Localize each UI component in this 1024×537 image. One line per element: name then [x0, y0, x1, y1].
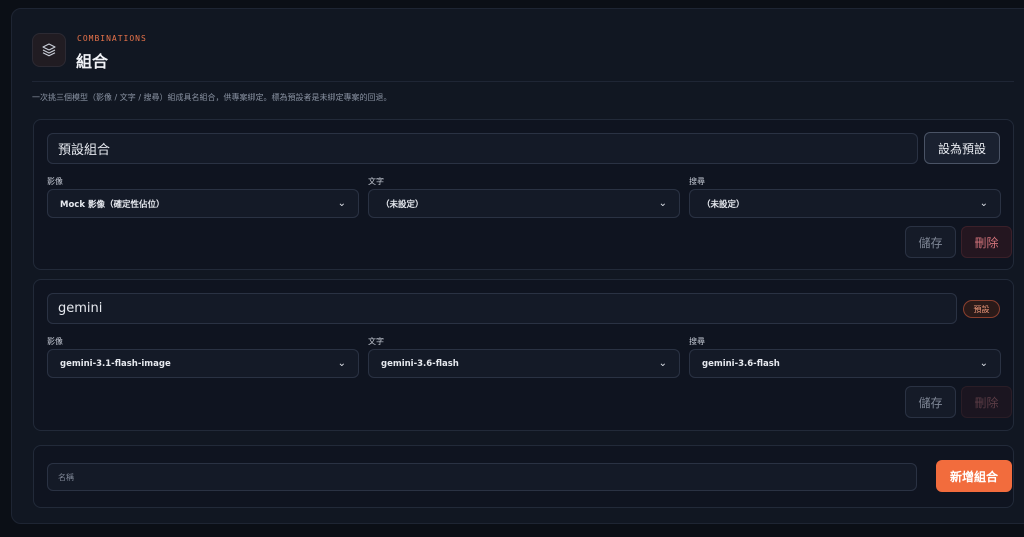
new-combo-card: 名稱 新增組合: [33, 445, 1014, 508]
image-model-label: 影像: [47, 337, 63, 346]
text-model-value: gemini-3.6-flash: [381, 358, 459, 369]
header-divider: [32, 81, 1014, 82]
set-default-button[interactable]: 設為預設: [924, 132, 1000, 164]
text-model-select[interactable]: gemini-3.6-flash ⌄: [368, 349, 680, 378]
chevron-down-icon: ⌄: [337, 198, 346, 209]
chevron-down-icon: ⌄: [979, 358, 988, 369]
section-eyebrow: COMBINATIONS: [77, 34, 147, 43]
search-model-value: gemini-3.6-flash: [702, 358, 780, 369]
search-model-value: （未設定）: [702, 199, 745, 210]
search-model-label: 搜尋: [689, 177, 705, 186]
chevron-down-icon: ⌄: [979, 198, 988, 209]
text-model-label: 文字: [368, 177, 384, 186]
delete-button: 刪除: [961, 386, 1012, 418]
search-model-select[interactable]: gemini-3.6-flash ⌄: [689, 349, 1001, 378]
image-model-label: 影像: [47, 177, 63, 186]
image-model-select[interactable]: gemini-3.1-flash-image ⌄: [47, 349, 359, 378]
combo-name-input[interactable]: 預設組合: [47, 133, 918, 164]
delete-button[interactable]: 刪除: [961, 226, 1012, 258]
chevron-down-icon: ⌄: [337, 358, 346, 369]
save-button[interactable]: 儲存: [905, 226, 956, 258]
default-badge: 預設: [963, 300, 1000, 318]
text-model-label: 文字: [368, 337, 384, 346]
layers-icon: [32, 33, 66, 67]
combo-card: gemini 預設 影像 文字 搜尋 gemini-3.1-flash-imag…: [33, 279, 1014, 431]
combo-card: 預設組合 設為預設 影像 文字 搜尋 Mock 影像（確定性佔位） ⌄ （未設定…: [33, 119, 1014, 270]
text-model-select[interactable]: （未設定） ⌄: [368, 189, 680, 218]
image-model-value: gemini-3.1-flash-image: [60, 358, 171, 369]
chevron-down-icon: ⌄: [658, 358, 667, 369]
save-button[interactable]: 儲存: [905, 386, 956, 418]
page-title: 組合: [76, 52, 109, 71]
image-model-select[interactable]: Mock 影像（確定性佔位） ⌄: [47, 189, 359, 218]
combinations-panel: COMBINATIONS 組合 一次挑三個模型（影像 / 文字 / 搜尋）組成具…: [11, 8, 1024, 524]
section-description: 一次挑三個模型（影像 / 文字 / 搜尋）組成具名組合，供專案綁定。標為預設者是…: [32, 93, 392, 102]
chevron-down-icon: ⌄: [658, 198, 667, 209]
search-model-label: 搜尋: [689, 337, 705, 346]
new-combo-name-input[interactable]: 名稱: [47, 463, 917, 491]
search-model-select[interactable]: （未設定） ⌄: [689, 189, 1001, 218]
text-model-value: （未設定）: [381, 199, 424, 210]
section-header: COMBINATIONS 組合: [32, 31, 1022, 83]
add-combo-button[interactable]: 新增組合: [936, 460, 1012, 492]
combo-name-input[interactable]: gemini: [47, 293, 957, 324]
image-model-value: Mock 影像（確定性佔位）: [60, 199, 165, 210]
